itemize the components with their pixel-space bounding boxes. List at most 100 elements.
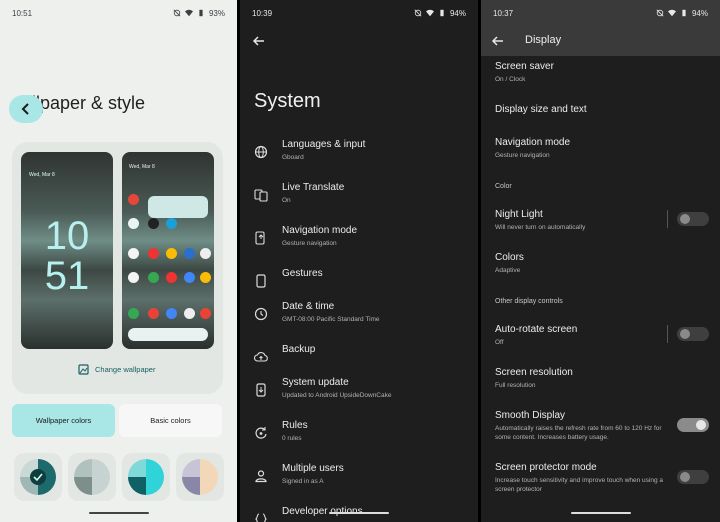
back-arrow-icon[interactable] [252, 34, 266, 48]
setting-title: System update [282, 377, 349, 388]
app-icon [128, 308, 139, 319]
setting-subtitle: Increase touch sensitivity and improve t… [495, 477, 664, 493]
swatch-circle [20, 459, 56, 495]
setting-screen-resolution[interactable]: Screen resolution Full resolution [495, 367, 720, 390]
toggle-knob [680, 329, 690, 339]
lock-screen-preview[interactable]: Wed, Mar 8 10 51 [21, 152, 113, 349]
smooth-display-toggle[interactable] [677, 418, 709, 432]
setting-system-update[interactable]: System update Updated to Android UpsideD… [240, 377, 478, 417]
setting-developer-options[interactable]: Developer options [240, 506, 478, 522]
dnd-off-icon [656, 9, 664, 17]
change-wallpaper-label: Change wallpaper [95, 365, 156, 374]
setting-colors[interactable]: Colors Adaptive [495, 252, 720, 275]
color-swatch-3[interactable] [122, 453, 170, 501]
setting-navigation-mode[interactable]: Navigation mode Gesture navigation [240, 225, 478, 265]
setting-subtitle: Gesture navigation [495, 152, 550, 159]
setting-title: Rules [282, 420, 308, 431]
wallpaper-icon [78, 364, 89, 375]
app-icon [148, 248, 159, 259]
setting-subtitle: Automatically raises the refresh rate fr… [495, 425, 662, 441]
page-title: llpaper & style [32, 93, 146, 113]
status-icons: 94% [414, 9, 466, 18]
lock-clock: 10 51 [21, 216, 113, 296]
setting-date-time[interactable]: Date & time GMT-08:00 Pacific Standard T… [240, 301, 478, 341]
back-arrow-icon[interactable] [491, 34, 505, 48]
night-light-toggle[interactable] [677, 212, 709, 226]
setting-subtitle: GMT-08:00 Pacific Standard Time [282, 316, 380, 323]
display-settings-screen: 10:37 94% Display Screen saver On / Cloc… [481, 0, 720, 522]
section-header-other: Other display controls [495, 298, 563, 305]
chevron-left-icon [21, 103, 29, 115]
battery-icon [199, 9, 203, 17]
home-widget [148, 196, 208, 218]
status-time: 10:37 [493, 8, 514, 18]
divider [667, 325, 668, 343]
swatch-circle [182, 459, 218, 495]
auto-rotate-toggle[interactable] [677, 327, 709, 341]
home-screen-preview[interactable]: Wed, Mar 8 [122, 152, 214, 349]
rules-icon [255, 427, 267, 439]
screen-protector-toggle[interactable] [677, 470, 709, 484]
setting-subtitle: Signed in as A [282, 478, 324, 485]
color-swatch-1[interactable] [14, 453, 62, 501]
person-icon [255, 470, 267, 483]
gesture-handle [329, 512, 389, 514]
setting-title: Navigation mode [282, 225, 358, 236]
status-bar: 10:39 94% [240, 0, 478, 26]
status-time: 10:39 [252, 8, 273, 18]
setting-subtitle: Off [495, 339, 504, 346]
toggle-knob [680, 472, 690, 482]
change-wallpaper-button[interactable]: Change wallpaper [78, 364, 155, 375]
app-bar: Display [481, 26, 720, 56]
status-time: 10:51 [12, 8, 33, 18]
wifi-icon [667, 9, 676, 17]
phone-icon [256, 274, 266, 288]
setting-title: Screen saver [495, 61, 554, 72]
back-button[interactable] [9, 95, 43, 123]
app-icon [148, 308, 159, 319]
app-icon [128, 218, 139, 229]
setting-title: Gestures [282, 268, 323, 279]
setting-live-translate[interactable]: Live Translate On [240, 182, 478, 222]
battery-percent: 93% [208, 8, 225, 18]
lock-date: Wed, Mar 8 [29, 172, 55, 178]
wallpaper-style-screen: 10:51 93% llpaper & style Wed, Mar 8 10 … [0, 0, 237, 522]
section-header-color: Color [495, 183, 512, 190]
app-icon [166, 272, 177, 283]
tab-basic-colors[interactable]: Basic colors [119, 404, 222, 437]
setting-subtitle: Full resolution [495, 382, 536, 389]
battery-icon [440, 9, 444, 17]
setting-navigation-mode[interactable]: Navigation mode Gesture navigation [495, 137, 720, 160]
app-icon [166, 248, 177, 259]
setting-screen-saver[interactable]: Screen saver On / Clock [495, 61, 720, 84]
color-swatch-4[interactable] [176, 453, 224, 501]
status-bar: 10:51 93% [0, 0, 237, 26]
lock-clock-hour: 10 [44, 214, 90, 258]
code-icon [255, 513, 267, 522]
setting-multiple-users[interactable]: Multiple users Signed in as A [240, 463, 478, 503]
app-icon [148, 218, 159, 229]
setting-display-size[interactable]: Display size and text [495, 104, 720, 115]
color-swatch-2[interactable] [68, 453, 116, 501]
status-icons: 94% [656, 9, 708, 18]
setting-title: Colors [495, 252, 524, 263]
gesture-handle [88, 512, 149, 514]
tab-wallpaper-colors[interactable]: Wallpaper colors [12, 404, 115, 437]
setting-title: Screen resolution [495, 367, 573, 378]
app-icon [200, 272, 211, 283]
lock-clock-minute: 51 [44, 254, 90, 298]
dnd-off-icon [173, 9, 181, 17]
setting-rules[interactable]: Rules 0 rules [240, 420, 478, 460]
setting-languages-input[interactable]: Languages & input Gboard [240, 139, 478, 179]
setting-title: Navigation mode [495, 137, 571, 148]
setting-subtitle: On [282, 197, 291, 204]
setting-subtitle: Will never turn on automatically [495, 224, 586, 231]
status-bar: 10:37 94% [481, 0, 720, 26]
setting-title: Live Translate [282, 182, 345, 193]
setting-subtitle: Gesture navigation [282, 240, 337, 247]
wallpaper-preview-card: Wed, Mar 8 10 51 Wed, Mar 8 [12, 142, 223, 394]
battery-percent: 94% [691, 8, 708, 18]
globe-icon [254, 145, 268, 159]
wifi-icon [184, 9, 193, 17]
toggle-knob [680, 214, 690, 224]
